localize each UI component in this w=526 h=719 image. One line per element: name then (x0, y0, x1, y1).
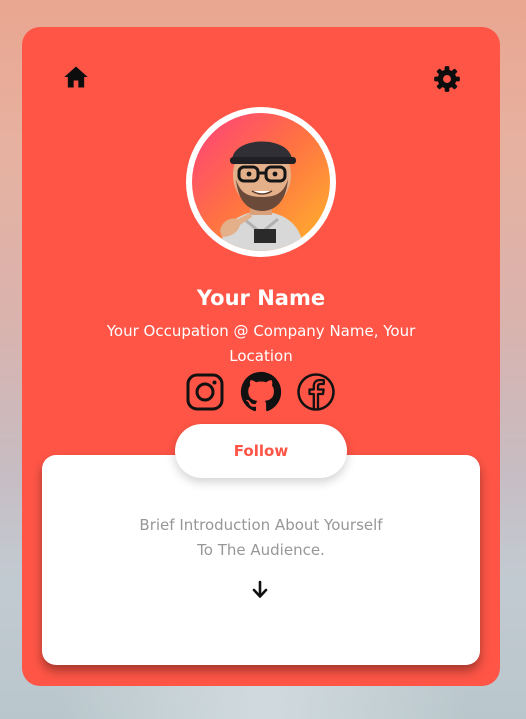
facebook-icon[interactable] (296, 372, 336, 412)
home-icon[interactable] (62, 63, 90, 91)
avatar-ring (186, 107, 336, 257)
profile-name: Your Name (196, 286, 326, 310)
github-icon[interactable] (240, 371, 282, 413)
profile-occupation: Your Occupation @ Company Name, Your Loc… (106, 322, 416, 365)
intro-text: Brief Introduction About Yourself To The… (139, 516, 383, 559)
gear-icon[interactable] (433, 65, 461, 93)
profile-card: Your Name Your Occupation @ Company Name… (22, 27, 500, 686)
arrow-down-icon[interactable] (251, 580, 269, 600)
intro-panel: Brief Introduction About Yourself To The… (42, 455, 480, 665)
follow-button[interactable]: Follow (175, 424, 347, 478)
instagram-icon[interactable] (186, 373, 224, 411)
avatar[interactable] (192, 113, 330, 251)
avatar-illustration (220, 141, 304, 251)
